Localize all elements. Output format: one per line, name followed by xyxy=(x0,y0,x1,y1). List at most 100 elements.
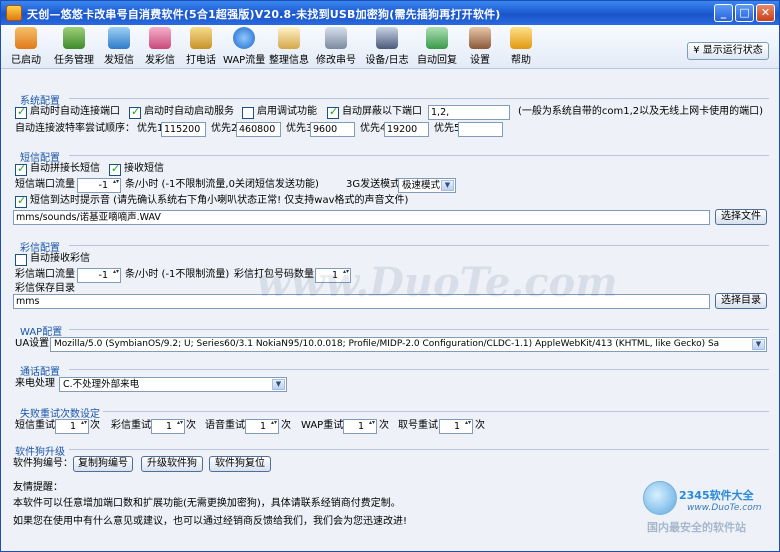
auto-connect-label: 启动时自动连接端口 xyxy=(30,106,120,117)
wap-retry-unit: 次 xyxy=(379,420,389,431)
section-divider xyxy=(69,369,769,370)
priority-4-input[interactable]: 19200 xyxy=(384,122,429,137)
mascot-icon xyxy=(643,481,677,515)
chevron-down-icon[interactable]: ▼ xyxy=(752,339,765,350)
auto-join-label: 自动拼接长短信 xyxy=(30,163,100,174)
toolbar-organize-button[interactable]: 整理信息 xyxy=(267,27,311,67)
minimize-button[interactable]: _ xyxy=(714,4,733,22)
edit-imei-icon xyxy=(325,27,347,49)
mms-flow-note: 条/小时 (-1不限制流量) xyxy=(125,269,230,280)
tips-line-2: 如果您在使用中有什么意见或建议，也可以通过经销商反馈给我们，我们会为您迅速改进! xyxy=(13,516,408,527)
section-divider xyxy=(69,245,769,246)
incoming-call-value: C.不处理外部来电 xyxy=(63,379,140,390)
mask-ports-input[interactable]: 1,2, xyxy=(428,105,510,120)
toolbar-sms-button[interactable]: 发短信 xyxy=(101,27,137,67)
copy-dongle-id-button[interactable]: 复制狗编号 xyxy=(73,456,133,472)
toolbar-wap-button[interactable]: WAP流量 xyxy=(223,27,265,67)
num-retry-stepper[interactable]: 1 xyxy=(439,419,473,434)
priority-5-input[interactable] xyxy=(458,122,503,137)
toolbar-label: 设备/日志 xyxy=(365,55,409,66)
toolbar-start-button[interactable]: 已启动 xyxy=(7,27,45,67)
toolbar-auto-reply-button[interactable]: 自动回复 xyxy=(415,27,459,67)
toolbar-label: 已启动 xyxy=(11,55,41,66)
tips-title: 友情提醒： xyxy=(13,482,63,493)
dongle-config-title: 软件狗升级 xyxy=(15,447,65,458)
maximize-button[interactable]: □ xyxy=(735,4,754,22)
toolbar-label: 打电话 xyxy=(186,55,216,66)
priority-1-input[interactable]: 115200 xyxy=(161,122,206,137)
priority-1-label: 优先1 xyxy=(137,123,164,134)
dongle-id-label: 软件狗编号： xyxy=(13,458,73,469)
toolbar-help-button[interactable]: 帮助 xyxy=(505,27,537,67)
close-button[interactable]: ✕ xyxy=(756,4,775,22)
receive-sms-checkbox[interactable] xyxy=(109,162,121,176)
num-retry-label: 取号重试 xyxy=(398,420,438,431)
section-divider xyxy=(103,411,769,412)
mms-icon xyxy=(149,27,171,49)
sms-retry-label: 短信重试 xyxy=(15,420,55,431)
reset-dongle-button[interactable]: 软件狗复位 xyxy=(209,456,271,472)
priority-2-label: 优先2 xyxy=(211,123,238,134)
mms-flow-stepper[interactable]: -1 xyxy=(77,268,121,283)
ua-value: Mozilla/5.0 (SymbianOS/9.2; U; Series60/… xyxy=(54,339,720,349)
auto-join-checkbox[interactable] xyxy=(15,162,27,176)
chevron-down-icon[interactable]: ▼ xyxy=(441,180,454,191)
toolbar-device-log-button[interactable]: 设备/日志 xyxy=(361,27,413,67)
window-title: 天创—悠悠卡改串号自消费软件(5合1超强版)V20.8-未找到USB加密狗(需先… xyxy=(27,8,501,21)
sms-flow-stepper[interactable]: -1 xyxy=(77,178,121,193)
title-bar[interactable]: 天创—悠悠卡改串号自消费软件(5合1超强版)V20.8-未找到USB加密狗(需先… xyxy=(1,1,779,25)
2345-logo: 2345软件大全 www.DuoTe.com 国内最安全的软件站 xyxy=(637,479,777,549)
priority-3-input[interactable]: 9600 xyxy=(310,122,355,137)
mask-ports-checkbox[interactable] xyxy=(327,105,339,119)
auto-service-checkbox[interactable] xyxy=(129,105,141,119)
auto-reply-icon xyxy=(426,27,448,49)
start-icon xyxy=(15,27,37,49)
chevron-double-down-icon: ¥ xyxy=(693,45,703,56)
duote-watermark: www.DuoTe.com xyxy=(256,259,618,306)
incoming-call-label: 来电处理 xyxy=(15,378,55,389)
upgrade-dongle-button[interactable]: 升级软件狗 xyxy=(141,456,203,472)
show-status-button[interactable]: ¥ 显示运行状态 xyxy=(687,42,769,60)
auto-receive-mms-label: 自动接收彩信 xyxy=(30,253,90,264)
toolbar-label: 发短信 xyxy=(104,55,134,66)
mms-retry-label: 彩信重试 xyxy=(111,420,151,431)
3g-mode-select[interactable]: 极速模式 ▼ xyxy=(398,178,456,193)
toolbar-edit-imei-button[interactable]: 修改串号 xyxy=(314,27,358,67)
incoming-call-select[interactable]: C.不处理外部来电 ▼ xyxy=(59,377,287,392)
voice-retry-label: 语音重试 xyxy=(205,420,245,431)
choose-dir-button[interactable]: 选择目录 xyxy=(715,293,767,309)
mask-ports-label: 自动屏蔽以下端口 xyxy=(342,106,422,117)
section-divider xyxy=(69,98,769,99)
sound-path-input[interactable]: mms/sounds/诺基亚嘀嘀声.WAV xyxy=(13,210,710,225)
toolbar-label: 整理信息 xyxy=(269,55,309,66)
priority-2-input[interactable]: 460800 xyxy=(236,122,281,137)
chevron-down-icon[interactable]: ▼ xyxy=(272,379,285,390)
mms-retry-stepper[interactable]: 1 xyxy=(151,419,185,434)
call-config-title: 通话配置 xyxy=(20,367,60,378)
mask-ports-note: (一般为系统自带的com1,2以及无线上网卡使用的端口) xyxy=(518,106,764,117)
priority-3-label: 优先3 xyxy=(286,123,313,134)
choose-file-button[interactable]: 选择文件 xyxy=(715,209,767,225)
toolbar-mms-button[interactable]: 发彩信 xyxy=(142,27,178,67)
sms-retry-stepper[interactable]: 1 xyxy=(55,419,89,434)
debug-checkbox[interactable] xyxy=(242,107,254,119)
receive-sms-label: 接收短信 xyxy=(124,163,164,174)
auto-receive-mms-checkbox[interactable] xyxy=(15,254,27,266)
ua-select[interactable]: Mozilla/5.0 (SymbianOS/9.2; U; Series60/… xyxy=(50,337,767,352)
show-status-label: 显示运行状态 xyxy=(702,45,763,56)
toolbar-task-button[interactable]: 任务管理 xyxy=(51,27,97,67)
logo-slogan: 国内最安全的软件站 xyxy=(647,521,746,534)
logo-brand: 2345软件大全 xyxy=(679,489,754,502)
toolbar-settings-button[interactable]: 设置 xyxy=(464,27,496,67)
sound-checkbox[interactable] xyxy=(15,194,27,208)
auto-connect-checkbox[interactable] xyxy=(15,105,27,119)
3g-mode-value: 极速模式 xyxy=(402,180,441,191)
auto-service-label: 启动时自动启动服务 xyxy=(144,106,234,117)
tips-line-1: 本软件可以任意增加端口数和扩展功能(无需更换加密狗)，具体请联系经销商付费定制。 xyxy=(13,498,401,509)
device-log-icon xyxy=(376,27,398,49)
toolbar-label: 任务管理 xyxy=(54,55,94,66)
wap-retry-stepper[interactable]: 1 xyxy=(343,419,377,434)
voice-retry-stepper[interactable]: 1 xyxy=(245,419,279,434)
sound-label: 短信到达时提示音 (请先确认系统右下角小喇叭状态正常! 仅支持wav格式的声音文… xyxy=(30,195,409,206)
toolbar-call-button[interactable]: 打电话 xyxy=(183,27,219,67)
